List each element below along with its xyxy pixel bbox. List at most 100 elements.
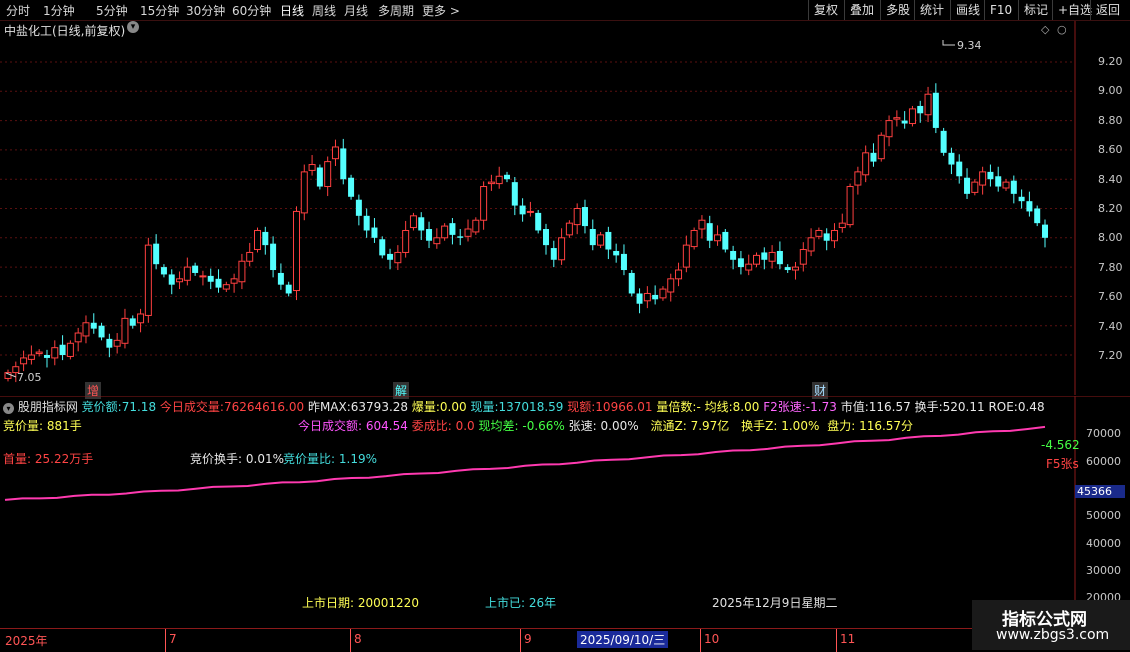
multi-stock-button[interactable]: 多股 [880,0,915,20]
row1-item: 市值:116.57 [840,400,911,414]
f10-button[interactable]: F10 [984,0,1017,20]
period-toolbar: 分时 1分钟 5分钟 15分钟 30分钟 60分钟 日线 周线 月线 多周期 更… [0,0,1130,21]
candle-body [1034,208,1041,224]
candle-body [300,171,308,214]
candle-body [1010,180,1017,194]
candle-body [940,130,947,153]
row1-item: 换手:520.11 [914,400,985,414]
candle-body [316,167,323,187]
price-tick: 8.60 [1098,143,1123,156]
back-button[interactable]: 返回 [1090,0,1125,20]
candle-body [1002,181,1010,189]
candle-body [464,228,472,237]
price-tick: 7.20 [1098,349,1123,362]
candle-body [331,146,339,160]
candlestick-chart[interactable]: 中盐化工(日线,前复权) ▾ ◇ ○ 9.20 9.00 8.80 8.60 8… [0,21,1130,399]
period-tab-multi[interactable]: 多周期 [378,2,414,19]
period-tab-30min[interactable]: 30分钟 [186,2,225,19]
candle-body [964,177,971,194]
row1-item: 今日成交量:76264616.00 [159,400,305,414]
candle-body [526,210,534,213]
candle-body [254,229,262,251]
jingjia-liangbi: 竞价量比: 1.19% [283,452,377,466]
candle-body [917,105,924,114]
candle-body [643,292,651,302]
period-tab-more[interactable]: 更多 > [422,2,460,19]
candle-body [90,322,97,329]
today-date: 2025年12月9日星期二 [712,596,838,610]
candle-body [418,217,425,231]
candle-body [449,223,456,235]
candle-body [137,313,145,324]
candle-body [504,174,511,180]
candle-body [20,357,28,365]
candle-body [956,161,963,177]
stats-button[interactable]: 统计 [914,0,949,20]
candle-body [652,294,659,300]
candle-body [613,250,620,256]
candle-body [659,288,667,299]
candle-body [277,272,284,285]
period-tab-60min[interactable]: 60分钟 [232,2,271,19]
indicator-panel[interactable]: ▾ 股朋指标网 竞价额:71.18 今日成交量:76264616.00 昨MAX… [0,396,1130,628]
overlay-button[interactable]: 叠加 [844,0,879,20]
candle-body [113,339,121,347]
candle-body [98,325,105,338]
candle-body [830,229,838,242]
candle-body [706,223,713,241]
chevron-down-circle-icon[interactable]: ▾ [3,403,14,414]
candle-body [932,92,939,128]
candle-body [168,274,175,285]
candle-body [885,120,893,138]
candle-body [426,229,433,241]
candle-body [573,208,581,226]
draw-line-button[interactable]: 画线 [950,0,985,20]
indicator-tick: 60000 [1086,455,1121,468]
candle-body [776,250,783,265]
candle-body [995,176,1002,187]
indicator-tick: 50000 [1086,509,1121,522]
candle-body [870,152,877,162]
period-tab-daily[interactable]: 日线 [280,2,304,19]
period-tab-15min[interactable]: 15分钟 [140,2,179,19]
period-tab-fenshi[interactable]: 分时 [6,2,30,19]
cursor-date-badge: 2025/09/10/三 [577,631,669,648]
candle-body [1018,196,1025,202]
price-tick: 7.80 [1098,261,1123,274]
candle-body [519,205,526,215]
candle-body [106,338,113,348]
period-tab-weekly[interactable]: 周线 [312,2,336,19]
price-tick: 9.00 [1098,84,1123,97]
fuquan-button[interactable]: 复权 [808,0,843,20]
candle-body [854,171,862,186]
candle-body [129,318,136,326]
price-tick: 8.40 [1098,173,1123,186]
candle-body [753,254,761,265]
candle-body [675,269,683,280]
indicator-header: ▾ 股朋指标网 竞价额:71.18 今日成交量:76264616.00 昨MAX… [3,398,1045,415]
candle-body [43,355,50,358]
candle-body [628,272,635,294]
axis-year: 2025年 [5,634,48,648]
price-tick: 8.20 [1098,202,1123,215]
candle-body [542,229,549,246]
date-axis: 2025年 7 8 9 2025/09/10/三 10 11 [0,628,1130,652]
row1-item: 均线:8.00 [704,400,760,414]
axis-month: 10 [700,629,719,652]
candle-body [160,267,167,275]
candle-body [270,243,277,271]
period-tab-5min[interactable]: 5分钟 [96,2,128,19]
candle-body [799,249,807,265]
period-tab-1min[interactable]: 1分钟 [43,2,75,19]
candle-body [581,207,588,227]
price-tick: 7.40 [1098,320,1123,333]
candle-body [730,250,737,260]
period-tab-monthly[interactable]: 月线 [344,2,368,19]
candle-body [27,354,35,360]
listing-date: 上市日期: 20001220 [302,596,419,610]
indicator-row2: 今日成交额: 604.54 委成比: 0.0 现均差: -0.66% 张速: 0… [298,419,914,433]
candle-body [153,243,160,265]
candle-body [714,234,722,242]
mark-button[interactable]: 标记 [1018,0,1053,20]
candle-body [285,284,292,294]
